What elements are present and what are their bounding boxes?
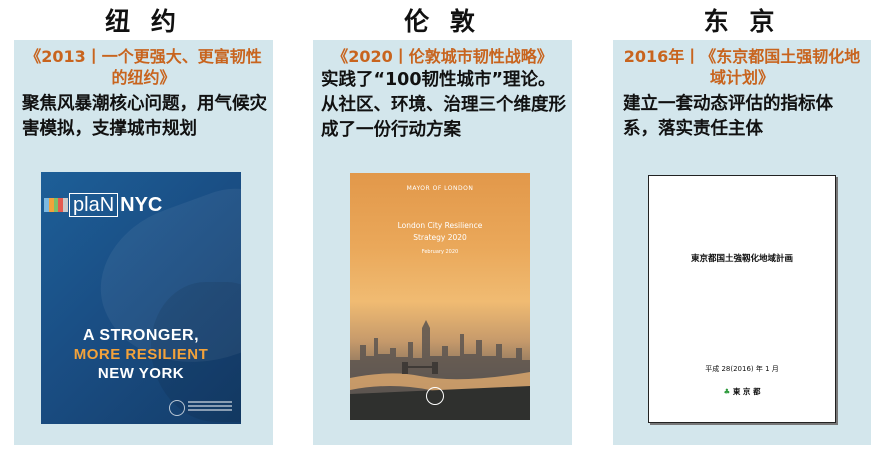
cover-date: 平成 28(2016) 年 1 月	[705, 365, 779, 373]
plan-cover-image: MAYOR OF LONDON London City Resilience S…	[350, 173, 530, 420]
plan-title: 《2020丨伦敦城市韧性战略》	[332, 47, 553, 66]
ginkgo-leaf-icon: ♣	[723, 387, 731, 396]
plan-panel: 《2020丨伦敦城市韧性战略》 实践了“100韧性城市”理论。从社区、环境、治理…	[313, 40, 572, 445]
plan-panel: 《2013丨一个更强大、更富韧性的纽约》 聚焦风暴潮核心问题，用气候灾害模拟，支…	[14, 40, 273, 445]
cover-circle-icon	[426, 387, 444, 405]
cover-line-3: NEW YORK	[97, 365, 185, 382]
plan-description: 建立一套动态评估的指标体系，落实责任主体	[623, 94, 833, 139]
plan-logo-text: NYC	[120, 194, 163, 216]
plan-panel: 2016年丨《东京都国土强韧化地域计划》 建立一套动态评估的指标体系，落实责任主…	[613, 40, 871, 445]
cover-title: 東京都国土強靱化地域計画	[690, 254, 793, 264]
plan-title: 《2013丨一个更强大、更富韧性的纽约》	[25, 47, 262, 87]
fine-print	[188, 401, 232, 403]
cover-title-line-1: London City Resilience	[397, 221, 483, 230]
plan-description: 聚焦风暴潮核心问题，用气候灾害模拟，支撑城市规划	[22, 94, 267, 139]
city-title: 伦 敦	[404, 7, 481, 36]
cover-line-2: MORE RESILIENT	[73, 346, 209, 363]
plan-title: 2016年丨《东京都国土强韧化地域计划》	[623, 47, 861, 87]
column-tokyo: 东 京 2016年丨《东京都国土强韧化地域计划》 建立一套动态评估的指标体系，落…	[613, 0, 871, 453]
plan-logo-boxed: plaN	[69, 193, 119, 217]
city-seal-icon	[169, 400, 185, 416]
plan-logo: plaN NYC	[69, 193, 163, 217]
color-stripes-icon	[44, 198, 68, 212]
cover-line-1: A STRONGER,	[82, 327, 200, 344]
cover-publisher: ♣ 東 京 都	[723, 387, 761, 396]
cover-publisher: MAYOR OF LONDON	[406, 185, 474, 192]
plan-cover-image: 東京都国土強靱化地域計画 平成 28(2016) 年 1 月 ♣ 東 京 都	[648, 175, 836, 423]
column-new-york: 纽 约 《2013丨一个更强大、更富韧性的纽约》 聚焦风暴潮核心问题，用气候灾害…	[14, 0, 273, 453]
city-title: 东 京	[703, 7, 781, 36]
city-title: 纽 约	[105, 7, 182, 36]
column-london: 伦 敦 《2020丨伦敦城市韧性战略》 实践了“100韧性城市”理论。从社区、环…	[313, 0, 572, 453]
cover-date: February 2020	[421, 249, 459, 255]
cover-title-line-2: Strategy 2020	[413, 233, 467, 242]
plan-cover-image: plaN NYC A STRONGER, MORE RESILIENT NEW Y…	[41, 172, 241, 424]
plan-description: 实践了“100韧性城市”理论。从社区、环境、治理三个维度形成了一份行动方案	[321, 70, 566, 140]
